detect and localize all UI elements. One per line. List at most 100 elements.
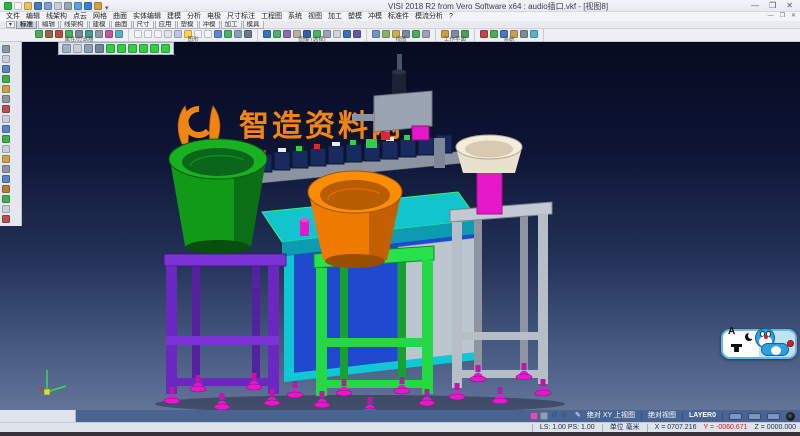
zoom-window-icon[interactable] [2,65,10,73]
mirror-icon[interactable] [2,185,10,193]
ime-red-dot[interactable] [787,340,794,347]
sheet-icon[interactable] [540,412,548,420]
select-icon[interactable] [2,45,10,53]
menu-尺寸标注[interactable]: 尺寸标注 [224,12,258,21]
gfx-shaded-edges-icon[interactable] [164,30,172,38]
ime-language-indicator[interactable]: A [728,327,735,337]
menu-线架构[interactable]: 线架构 [43,12,70,21]
refresh-icon[interactable]: ↺ [550,412,558,420]
tab-加工[interactable]: 加工 [221,20,242,29]
view-redraw-icon[interactable] [422,30,430,38]
close-button[interactable]: ✕ [786,1,793,11]
section-view-icon[interactable] [95,44,104,53]
gfx-background-icon[interactable] [244,30,252,38]
arc-icon[interactable] [2,135,10,143]
sel-all-icon[interactable] [333,30,341,38]
menu-模流分析[interactable]: 模流分析 [412,12,446,21]
wireframe-mode-icon[interactable] [73,44,82,53]
tab-塑模[interactable]: 塑模 [177,20,198,29]
back-view-icon[interactable] [161,44,170,53]
workplane-indicator[interactable]: 绝对 XY 上视图 [587,410,635,422]
machine-3d-model[interactable] [0,42,800,410]
sel-box-icon[interactable] [283,30,291,38]
menu-网格[interactable]: 网格 [90,12,110,21]
hide-icon[interactable] [2,205,10,213]
filter-all-icon[interactable] [115,30,123,38]
ime-toolbar[interactable]: A [721,324,797,366]
view-zoom-fit-icon[interactable] [372,30,380,38]
attr-style-icon[interactable] [55,30,63,38]
trim-icon[interactable] [2,155,10,163]
minimize-button[interactable]: — [751,1,759,11]
import-icon[interactable] [54,2,62,10]
iso-view-icon[interactable] [106,44,115,53]
menu-加工[interactable]: 加工 [325,12,345,21]
tab-曲面[interactable]: 曲面 [111,20,132,29]
green-bowl-feeder[interactable] [169,139,267,254]
pan-icon[interactable] [2,85,10,93]
menu-冲模[interactable]: 冲模 [365,12,385,21]
front-view-icon[interactable] [117,44,126,53]
gfx-wireframe-icon[interactable] [134,30,142,38]
filter-point-icon[interactable] [95,30,103,38]
measure-icon[interactable] [2,105,10,113]
menu-点云[interactable]: 点云 [70,12,90,21]
open-file-icon[interactable] [24,2,32,10]
gfx-hidden-line-icon[interactable] [144,30,152,38]
save-all-icon[interactable] [44,2,52,10]
sys-database-icon[interactable] [520,30,528,38]
view-previous-icon[interactable] [412,30,420,38]
filter-dim-icon[interactable] [105,30,113,38]
graphics-viewport[interactable]: 智造资料网 [0,42,800,410]
redo-icon[interactable] [84,2,92,10]
box-select-icon[interactable] [2,55,10,63]
print-icon[interactable] [64,2,72,10]
menu-编辑[interactable]: 编辑 [23,12,43,21]
maximize-button[interactable]: ❐ [769,1,776,11]
edit-workplane-icon[interactable]: ✎ [575,410,581,422]
cream-bowl-feeder[interactable] [456,135,522,214]
tab-尺寸[interactable]: 尺寸 [133,20,154,29]
sel-single-icon[interactable] [263,30,271,38]
delete-icon[interactable] [2,215,10,223]
half-shade-mode-icon[interactable] [84,44,93,53]
menu-建模[interactable]: 建模 [164,12,184,21]
menu-视图[interactable]: 视图 [305,12,325,21]
color-swatch-2[interactable] [748,413,761,420]
tab-模具[interactable]: 模具 [243,20,264,29]
undo-icon[interactable] [74,2,82,10]
zoom-fit-icon[interactable] [2,75,10,83]
layer-indicator[interactable]: LAYER0 [689,410,716,422]
tab-冲模[interactable]: 冲模 [199,20,220,29]
offset-icon[interactable] [2,175,10,183]
tab-编辑[interactable]: 编辑 [38,20,59,29]
tab-线架构[interactable]: 线架构 [60,20,88,29]
gfx-texture-icon[interactable] [224,30,232,38]
top-view-icon[interactable] [128,44,137,53]
options-icon[interactable] [94,2,102,10]
tab-建模[interactable]: 建模 [89,20,110,29]
new-file-icon[interactable] [14,2,22,10]
menu-工程图[interactable]: 工程图 [258,12,285,21]
annotation-icon[interactable] [530,412,538,420]
menu-电极[interactable]: 电极 [204,12,224,21]
menu-塑模[interactable]: 塑模 [345,12,365,21]
tab-标准[interactable]: 标准 [16,20,37,29]
gfx-shaded-icon[interactable] [154,30,162,38]
color-swatch-1[interactable] [729,413,742,420]
view-indicator[interactable]: 绝对视图 [648,410,676,422]
rotate-view-icon[interactable] [2,95,10,103]
background-toggle-icon[interactable] [786,412,795,421]
line-icon[interactable] [2,125,10,133]
attr-layer-icon[interactable] [45,30,53,38]
sys-layers-icon[interactable] [490,30,498,38]
orange-bowl-feeder[interactable] [308,171,402,268]
point-icon[interactable] [2,115,10,123]
menu-文件[interactable]: 文件 [3,12,23,21]
child-close-button[interactable]: ✕ [791,12,796,21]
moon-icon[interactable] [745,333,753,341]
child-restore-button[interactable]: ❐ [780,12,785,21]
menu-实体编辑[interactable]: 实体编辑 [130,12,164,21]
gfx-material-icon[interactable] [214,30,222,38]
sel-last-icon[interactable] [353,30,361,38]
